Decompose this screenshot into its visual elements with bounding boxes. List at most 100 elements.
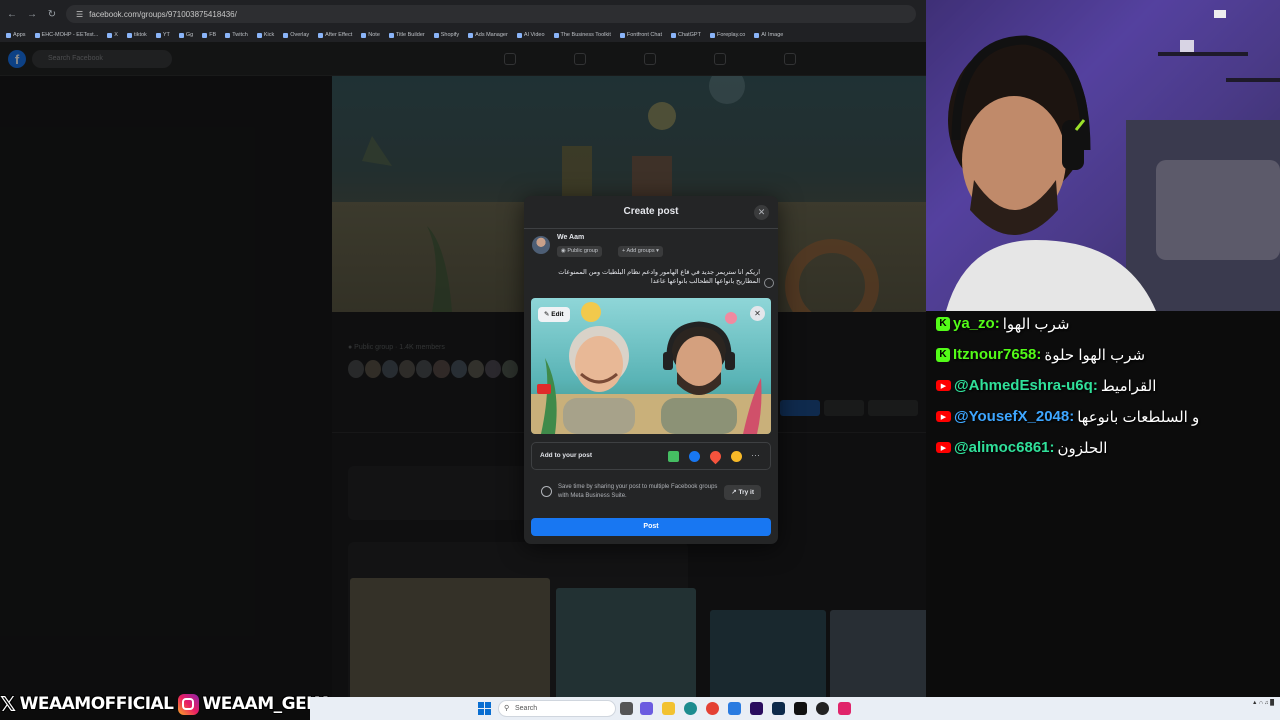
edge-icon[interactable] (684, 702, 697, 715)
more-options-icon[interactable]: ··· (751, 450, 760, 460)
start-icon[interactable] (478, 702, 491, 715)
capcut-icon[interactable] (794, 702, 807, 715)
bookmark-label: AI Video (523, 32, 545, 38)
bookmark-icon (318, 32, 324, 38)
bookmark-item[interactable]: Twitch (225, 32, 248, 38)
bookmark-label: tiktok (133, 32, 147, 38)
bookmark-icon (256, 32, 262, 38)
bookmark-label: ChatGPT (678, 32, 701, 38)
obs-icon[interactable] (816, 702, 829, 715)
bookmark-label: Ads Manager (475, 32, 508, 38)
bookmark-item[interactable]: X (107, 32, 118, 38)
chat-message: ▶ @YousefX_2048: و السلطعات بانوعها (936, 401, 1276, 432)
bookmarks-bar: Apps EHC-MOHP - EETest... Xtiktok YT Gg FB Twi… (0, 28, 926, 42)
chat-text: و السلطعات بانوعها (1077, 408, 1200, 426)
bookmark-item[interactable]: Title Builder (388, 32, 425, 38)
system-tray[interactable]: ▲ ∩ ♫ █ (1252, 699, 1274, 708)
chat-text: شرب الهوا حلوة (1044, 346, 1146, 364)
bookmark-label: Fontfront Chat (626, 32, 663, 38)
photo-video-icon[interactable] (668, 451, 679, 462)
author-avatar (532, 236, 550, 254)
try-it-button[interactable]: ↗ Try it (724, 485, 761, 500)
bookmark-item[interactable]: FB (202, 32, 216, 38)
photoshop-icon[interactable] (772, 702, 785, 715)
bookmark-item[interactable]: Note (361, 32, 380, 38)
copilot-icon[interactable] (640, 702, 653, 715)
bookmark-item[interactable]: Shopify (433, 32, 459, 38)
bookmark-item[interactable]: Kick (256, 32, 274, 38)
bookmark-item[interactable]: After Effect (318, 32, 352, 38)
tiktok-icon[interactable] (838, 702, 851, 715)
add-groups-label: Add groups (626, 248, 655, 254)
bookmark-icon (202, 32, 208, 38)
bookmark-icon (225, 32, 231, 38)
business-suite-text: Save time by sharing your post to multip… (558, 484, 718, 499)
create-post-dialog: Create post ✕ We Aam ◉ Public group + Ad… (524, 196, 778, 544)
webcam-feed (926, 0, 1280, 311)
bookmark-item[interactable]: YT (155, 32, 170, 38)
file-explorer-icon[interactable] (662, 702, 675, 715)
store-icon[interactable] (728, 702, 741, 715)
business-suite-icon (541, 486, 552, 497)
bookmark-item[interactable]: Ads Manager (468, 32, 508, 38)
kick-icon: K (936, 316, 950, 331)
premiere-icon[interactable] (750, 702, 763, 715)
audience-selector[interactable]: ◉ Public group (557, 246, 602, 257)
bookmark-label: Twitch (232, 32, 248, 38)
bookmark-item[interactable]: EHC-MOHP - EETest... (34, 32, 98, 38)
post-text-input[interactable]: اريكم انا ستريمر جديد في قاع الهامور واد… (538, 268, 760, 286)
bookmark-icon (709, 32, 715, 38)
emoji-icon[interactable] (764, 278, 774, 288)
close-icon[interactable]: ✕ (754, 205, 769, 220)
bookmark-label: X (114, 32, 118, 38)
windows-taskbar: ⚲ Search ▲ ∩ ♫ █ (310, 697, 1280, 720)
bookmark-item[interactable]: ChatGPT (671, 32, 701, 38)
modal-backdrop[interactable] (0, 42, 926, 697)
tag-people-icon[interactable] (689, 451, 700, 462)
chat-message: K Itznour7658: شرب الهوا حلوة (936, 339, 1276, 370)
chat-message: Kya_zo: شرب الهوا (936, 308, 1276, 339)
webcam-scene (926, 0, 1280, 311)
bookmark-item[interactable]: Fontfront Chat (619, 32, 663, 38)
taskbar-search-input[interactable]: ⚲ Search (498, 700, 616, 717)
bookmark-icon (6, 32, 11, 38)
chrome-icon[interactable] (706, 702, 719, 715)
bookmark-item[interactable]: Foreplay.co (709, 32, 746, 38)
bookmark-item[interactable]: The Business Toolkit (553, 32, 611, 38)
bookmark-item[interactable]: AI Video (516, 32, 545, 38)
chat-message: ▶ @AhmedEshra-u6q: القراميط (936, 370, 1276, 401)
bookmark-item[interactable]: Gg (178, 32, 193, 38)
post-button[interactable]: Post (531, 518, 771, 536)
bookmark-icon (516, 32, 522, 38)
url-input[interactable]: ☰ facebook.com/groups/971003875418436/ (66, 5, 916, 23)
chat-username: ya_zo: (953, 315, 1000, 332)
bookmark-label: The Business Toolkit (560, 32, 611, 38)
chat-username: Itznour7658: (953, 346, 1042, 363)
bookmark-item[interactable]: tiktok (126, 32, 147, 38)
chat-overlay: Kya_zo: شرب الهوا K Itznour7658: شرب الهوا ح… (936, 308, 1276, 463)
edit-image-button[interactable]: ✎ Edit (538, 307, 570, 322)
bookmark-label: Foreplay.co (716, 32, 746, 38)
business-suite-tip: Save time by sharing your post to multip… (531, 478, 771, 508)
youtube-icon: ▶ (936, 411, 951, 422)
chat-text: الحلزون (1057, 439, 1108, 457)
add-groups-button[interactable]: + Add groups ▾ (618, 246, 663, 257)
bookmark-label: Title Builder (395, 32, 425, 38)
back-icon[interactable]: ← (6, 9, 18, 20)
add-to-post-label: Add to your post (540, 452, 592, 459)
bookmark-icon (388, 32, 394, 38)
reload-icon[interactable]: ↻ (46, 9, 58, 20)
bookmark-label: After Effect (325, 32, 353, 38)
divider (524, 228, 778, 229)
remove-image-icon[interactable]: ✕ (750, 306, 765, 321)
bookmark-item[interactable]: AI Image (754, 32, 783, 38)
task-view-icon[interactable] (620, 702, 633, 715)
bookmark-item[interactable]: Overlay (283, 32, 309, 38)
bookmark-item[interactable]: Apps (6, 32, 26, 38)
chat-text: شرب الهوا (1002, 315, 1070, 333)
bookmark-label: YT (162, 32, 170, 38)
site-info-icon[interactable]: ☰ (76, 10, 83, 19)
feeling-icon[interactable] (731, 451, 742, 462)
forward-icon[interactable]: → (26, 9, 38, 20)
check-in-icon[interactable] (707, 448, 724, 465)
